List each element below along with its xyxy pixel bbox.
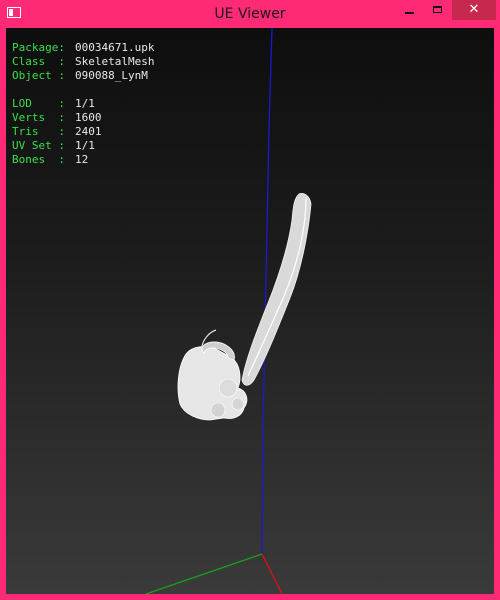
info-row-class: Class : SkeletalMesh	[12, 55, 154, 69]
info-value-tris: 2401	[75, 125, 102, 138]
info-key-tris: Tris :	[12, 125, 65, 138]
mesh-knob-3	[231, 397, 245, 411]
info-key-class: Class :	[12, 55, 65, 68]
mesh-knob-2	[210, 402, 226, 418]
info-value-package: 00034671.upk	[75, 41, 155, 54]
info-value-lod: 1/1	[75, 97, 95, 110]
minimize-button[interactable]	[396, 0, 424, 20]
info-row-lod: LOD : 1/1	[12, 97, 154, 111]
minimize-icon	[405, 12, 414, 14]
mesh-info-panel: Package: 00034671.upk Class : SkeletalMesh…	[12, 41, 154, 167]
info-key-verts: Verts :	[12, 111, 65, 124]
x-axis-line	[261, 553, 283, 594]
info-row-tris: Tris : 2401	[12, 125, 154, 139]
info-key-package: Package:	[12, 41, 65, 54]
info-key-lod: LOD :	[12, 97, 65, 110]
close-icon: ✕	[468, 2, 480, 17]
info-row-package: Package: 00034671.upk	[12, 41, 154, 55]
info-value-uvset: 1/1	[75, 139, 95, 152]
close-button[interactable]: ✕	[452, 0, 496, 20]
maximize-button[interactable]	[424, 0, 452, 20]
info-value-bones: 12	[75, 153, 89, 166]
info-key-object: Object :	[12, 69, 65, 82]
3d-viewport[interactable]: Package: 00034671.upk Class : SkeletalMesh…	[6, 28, 494, 594]
title-bar[interactable]: UE Viewer ✕	[0, 0, 500, 28]
maximize-icon	[433, 6, 442, 13]
app-window: UE Viewer ✕ Package: 00034671.upk Class …	[0, 0, 500, 600]
mesh-blade	[241, 193, 312, 386]
info-key-uvset: UV Set :	[12, 139, 65, 152]
y-axis-line	[145, 553, 263, 594]
info-row-bones: Bones : 12	[12, 153, 154, 167]
z-axis-line	[261, 28, 273, 555]
info-row-object: Object : 090088_LynM	[12, 69, 154, 83]
info-row-verts: Verts : 1600	[12, 111, 154, 125]
mesh-knob-1	[218, 378, 238, 398]
info-value-object: 090088_LynM	[75, 69, 148, 82]
info-key-bones: Bones :	[12, 153, 65, 166]
info-row-uvset: UV Set : 1/1	[12, 139, 154, 153]
info-value-verts: 1600	[75, 111, 102, 124]
info-value-class: SkeletalMesh	[75, 55, 155, 68]
